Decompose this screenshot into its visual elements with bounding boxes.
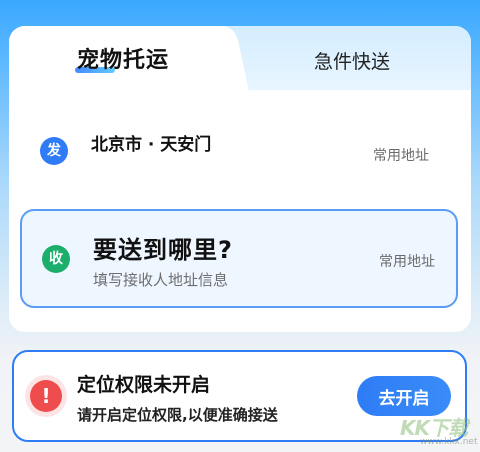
tab-bar: 宠物托运 急件快送 — [9, 26, 471, 92]
receiver-common-address-link[interactable]: 常用地址 — [379, 251, 435, 271]
enable-permission-button[interactable]: 去开启 — [357, 376, 451, 416]
alert-icon: ! — [30, 380, 62, 412]
receiver-address-row[interactable]: 收 要送到哪里? 填写接收人地址信息 常用地址 — [20, 209, 458, 308]
sender-address[interactable]: 北京市 · 天安门 — [91, 130, 211, 155]
location-permission-banner: ! 定位权限未开启 请开启定位权限,以便准确接送 去开启 — [12, 350, 467, 442]
tab-express-delivery[interactable]: 急件快送 — [314, 47, 390, 74]
sender-address-row[interactable]: 发 北京市 · 天安门 常用地址 — [9, 106, 471, 186]
receiver-prompt-hint: 填写接收人地址信息 — [93, 271, 229, 289]
order-card: 宠物托运 急件快送 发 北京市 · 天安门 常用地址 收 要送到哪里? 填写接收… — [9, 26, 471, 332]
permission-description: 请开启定位权限,以便准确接送 — [77, 406, 278, 424]
sender-badge: 发 — [40, 137, 68, 165]
permission-title: 定位权限未开启 — [77, 374, 211, 396]
receiver-prompt-title[interactable]: 要送到哪里? — [93, 230, 233, 265]
receiver-badge: 收 — [42, 245, 70, 273]
tab-pet-shipping[interactable]: 宠物托运 — [77, 42, 169, 74]
sender-common-address-link[interactable]: 常用地址 — [373, 145, 429, 165]
